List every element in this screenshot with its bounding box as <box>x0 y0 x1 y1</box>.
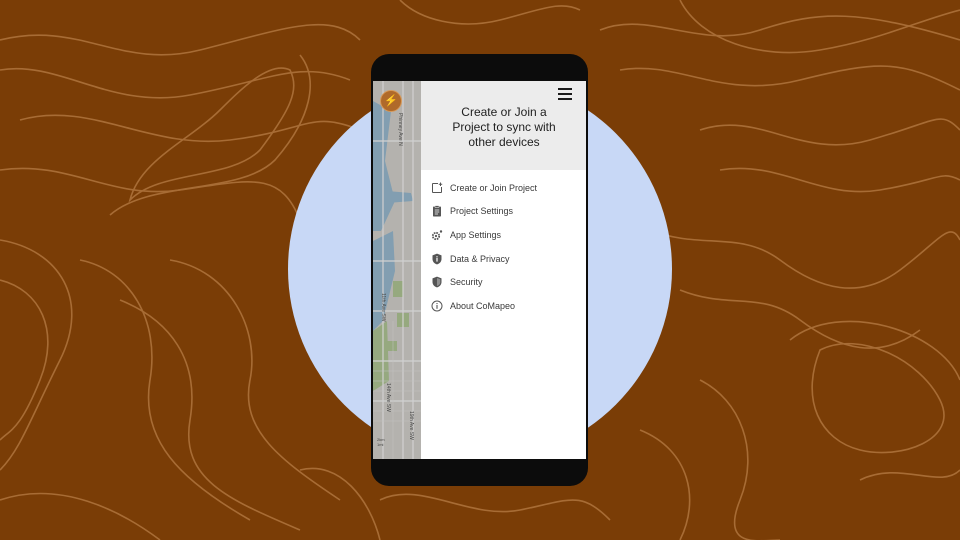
street-label: 14th Ave SW <box>385 383 391 412</box>
info-icon <box>431 300 443 312</box>
phone-screen: Phinney Ave N 11th Ave SW 14th Ave SW 19… <box>373 81 586 459</box>
menu-item-about[interactable]: About CoMapeo <box>421 294 586 318</box>
menu-item-label: App Settings <box>450 229 502 240</box>
street-label: 19th Ave SW <box>408 411 414 440</box>
hamburger-menu-icon[interactable] <box>558 88 572 100</box>
menu-item-label: Create or Join Project <box>450 182 538 193</box>
menu-item-label: Security <box>450 277 483 288</box>
menu-item-label: About CoMapeo <box>450 300 516 311</box>
drawer-header: Create or Join a Project to sync with ot… <box>421 81 586 170</box>
lightning-icon: ⚡ <box>384 94 398 107</box>
gear-icon <box>431 229 443 241</box>
shield-icon <box>431 276 443 288</box>
drawer-header-text: Create or Join a Project to sync with ot… <box>452 105 556 149</box>
scale-label-mi: 1mi <box>377 442 384 447</box>
menu-item-project-settings[interactable]: Project Settings <box>421 200 586 224</box>
shield-info-icon <box>431 253 443 265</box>
navigation-drawer: Create or Join a Project to sync with ot… <box>421 81 586 459</box>
map-view[interactable]: Phinney Ave N 11th Ave SW 14th Ave SW 19… <box>373 81 421 459</box>
add-project-icon <box>431 182 443 194</box>
street-label: Phinney Ave N <box>397 113 403 146</box>
clipboard-icon <box>431 205 443 217</box>
map-scale: 2km 1mi <box>377 437 385 447</box>
menu-item-label: Project Settings <box>450 206 514 217</box>
street-label: 11th Ave SW <box>380 293 386 322</box>
menu-item-security[interactable]: Security <box>421 270 586 294</box>
sync-button[interactable]: ⚡ <box>380 90 402 112</box>
menu-item-label: Data & Privacy <box>450 253 510 264</box>
drawer-menu: Create or Join Project Project Settings … <box>421 176 586 318</box>
menu-item-create-join-project[interactable]: Create or Join Project <box>421 176 586 200</box>
menu-item-data-privacy[interactable]: Data & Privacy <box>421 247 586 271</box>
menu-item-app-settings[interactable]: App Settings <box>421 223 586 247</box>
